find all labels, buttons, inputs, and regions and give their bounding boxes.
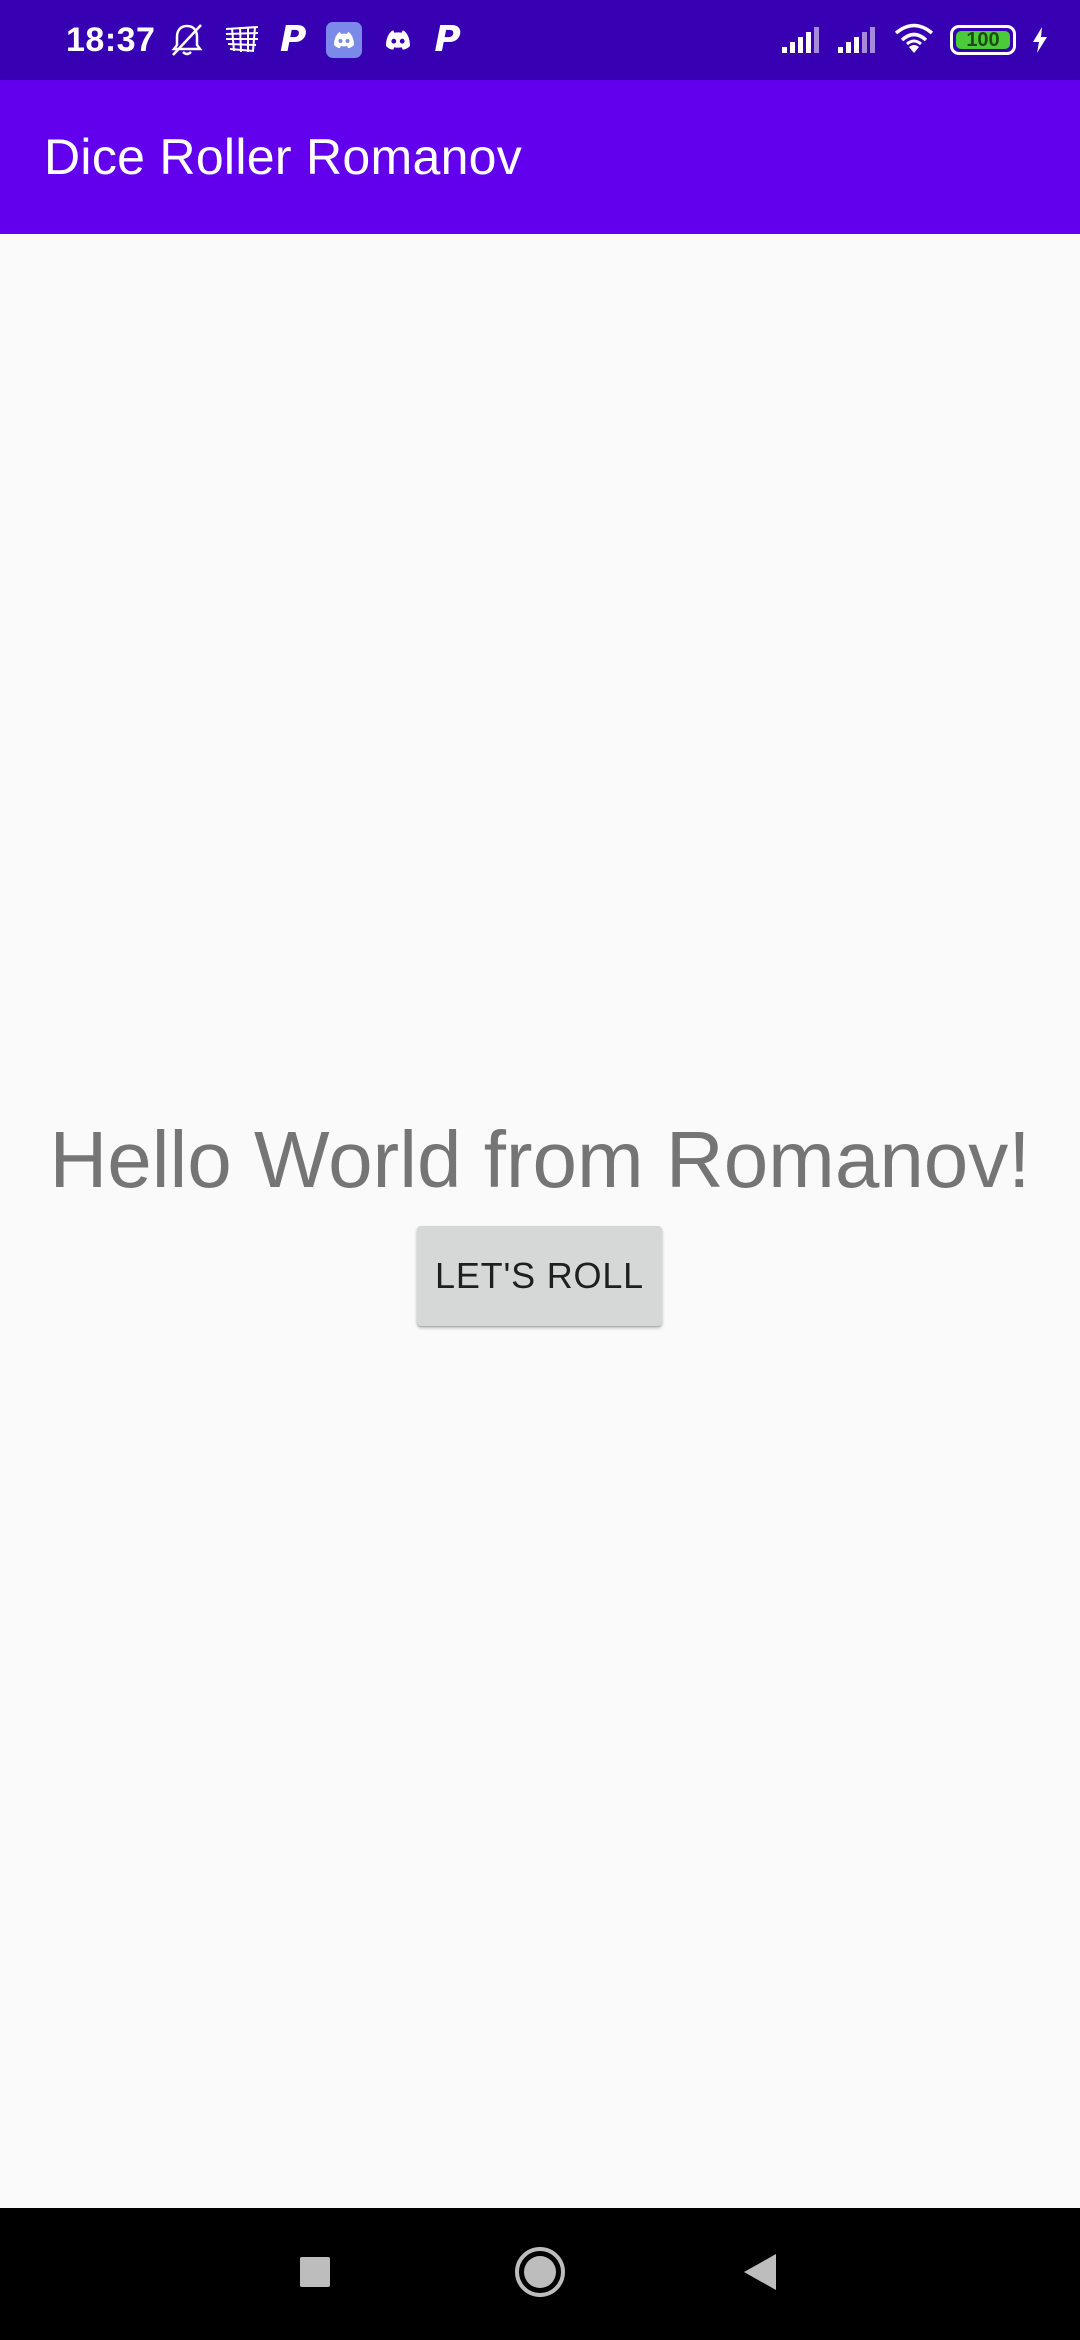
p-app-icon: P — [434, 19, 461, 60]
network-speed-icon — [224, 25, 260, 55]
app-bar: Dice Roller Romanov — [0, 80, 1080, 234]
status-bar: 18:37 P P 100 — [0, 0, 1080, 80]
back-triangle-icon — [742, 2252, 778, 2297]
main-content: Hello World from Romanov! LET'S ROLL — [0, 234, 1080, 2208]
navigation-bar — [0, 2208, 1080, 2340]
greeting-text: Hello World from Romanov! — [49, 1115, 1031, 1204]
roll-button[interactable]: LET'S ROLL — [417, 1226, 662, 1326]
notification-icons: P P — [170, 0, 461, 80]
recents-square-icon — [299, 2256, 331, 2293]
status-time: 18:37 — [66, 20, 156, 59]
battery-icon: 100 — [950, 25, 1016, 55]
wifi-icon — [892, 23, 936, 57]
app-title: Dice Roller Romanov — [44, 129, 523, 185]
charging-bolt-icon — [1030, 25, 1050, 55]
home-button[interactable] — [480, 2208, 600, 2340]
discord-icon — [382, 28, 414, 52]
bell-muted-icon — [170, 22, 204, 58]
discord-app-icon — [326, 22, 363, 58]
back-button[interactable] — [700, 2208, 820, 2340]
home-circle-icon — [513, 2245, 567, 2304]
signal-sim2-icon — [836, 25, 878, 55]
signal-sim1-icon — [780, 25, 822, 55]
recents-button[interactable] — [255, 2208, 375, 2340]
system-icons: 100 — [780, 0, 1050, 80]
p-app-icon: P — [280, 19, 307, 60]
battery-level: 100 — [966, 28, 1000, 51]
